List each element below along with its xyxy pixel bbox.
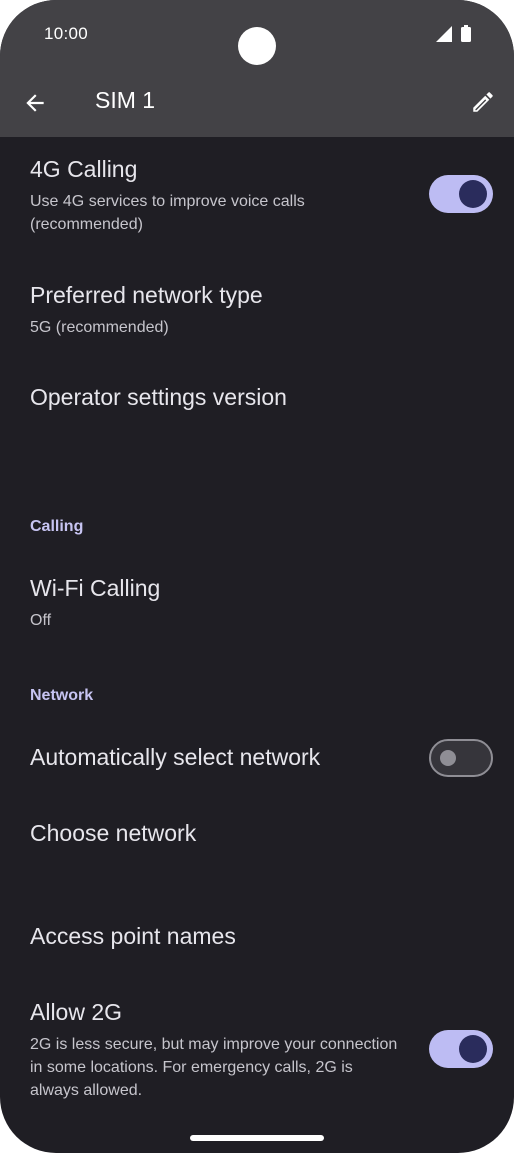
setting-wifi-calling[interactable]: Wi-Fi Calling Off <box>0 559 514 649</box>
setting-title: Wi-Fi Calling <box>30 575 161 601</box>
4g-calling-toggle[interactable] <box>429 175 493 213</box>
setting-title: Allow 2G <box>30 999 123 1025</box>
page-title: SIM 1 <box>95 87 156 113</box>
phone-screen: 10:00 SIM 1 4G Calling Use 4G services t… <box>0 0 514 1153</box>
setting-auto-select-network[interactable]: Automatically select network <box>0 728 514 792</box>
setting-title: Choose network <box>30 820 197 846</box>
setting-title: Operator settings version <box>30 384 287 410</box>
setting-operator-settings-version[interactable]: Operator settings version <box>0 368 514 438</box>
setting-subtitle: Off <box>30 612 52 629</box>
section-header-network: Network <box>30 687 94 704</box>
setting-title: Automatically select network <box>30 744 321 770</box>
setting-access-point-names[interactable]: Access point names <box>0 907 514 977</box>
status-time: 10:00 <box>44 24 89 43</box>
toggle-knob <box>459 1035 487 1063</box>
toggle-knob <box>440 750 456 766</box>
setting-title: 4G Calling <box>30 156 138 182</box>
setting-title: Preferred network type <box>30 282 263 308</box>
signal-icon <box>436 26 452 42</box>
setting-subtitle: 5G (recommended) <box>30 319 169 336</box>
home-indicator[interactable] <box>190 1135 324 1141</box>
setting-subtitle: 2G is less secure, but may improve your … <box>30 1036 398 1099</box>
setting-4g-calling[interactable]: 4G Calling Use 4G services to improve vo… <box>0 140 514 250</box>
allow-2g-toggle[interactable] <box>429 1030 493 1068</box>
back-arrow-icon[interactable] <box>22 90 48 116</box>
setting-subtitle: Use 4G services to improve voice calls (… <box>30 193 305 233</box>
pencil-icon[interactable] <box>470 89 496 115</box>
setting-title: Access point names <box>30 923 236 949</box>
camera-cutout <box>238 27 276 65</box>
section-header-calling: Calling <box>30 518 84 535</box>
setting-choose-network[interactable]: Choose network <box>0 804 514 874</box>
battery-icon <box>461 25 471 42</box>
auto-select-network-toggle[interactable] <box>429 739 493 777</box>
setting-preferred-network-type[interactable]: Preferred network type 5G (recommended) <box>0 266 514 356</box>
setting-allow-2g[interactable]: Allow 2G 2G is less secure, but may impr… <box>0 983 514 1108</box>
app-bar: 10:00 SIM 1 <box>0 0 514 137</box>
toggle-knob <box>459 180 487 208</box>
